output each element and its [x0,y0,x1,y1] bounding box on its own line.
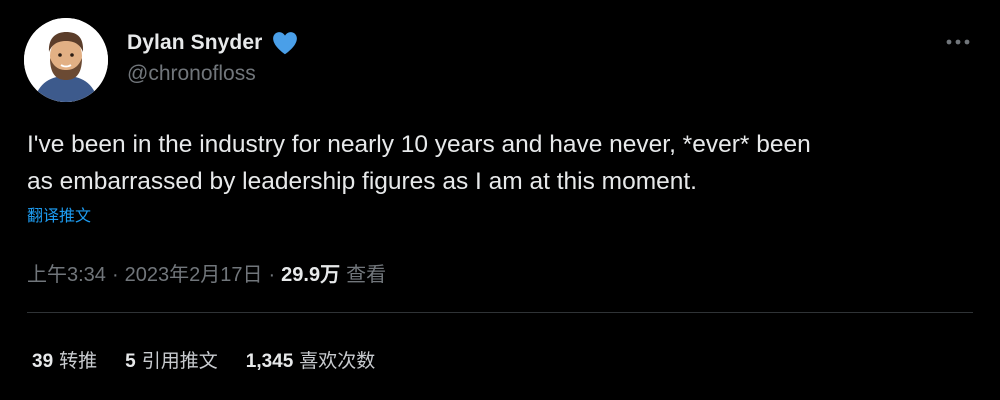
retweets-count: 39 [32,351,54,372]
meta-separator: · [111,264,119,286]
views-count: 29.9万 [281,264,341,286]
divider [27,312,973,313]
user-handle[interactable]: @chronofloss [127,62,256,86]
avatar[interactable] [24,18,108,102]
engagement-stats: 39 转推 5 引用推文 1,345 喜欢次数 [32,346,403,373]
retweets-label: 转推 [59,351,98,372]
likes-count: 1,345 [245,351,294,372]
tweet-text: I've been in the industry for nearly 10 … [27,131,811,195]
more-options-button[interactable] [940,24,976,60]
tweet-time[interactable]: 上午3:34 [27,258,106,287]
display-name[interactable]: Dylan Snyder [127,31,262,55]
author-name-row: Dylan Snyder [127,28,300,58]
retweets-stat[interactable]: 39 转推 [32,346,97,373]
verified-badge-icon [273,32,298,55]
translate-link[interactable]: 翻译推文 [27,202,91,226]
likes-stat[interactable]: 1,345 喜欢次数 [246,346,376,373]
quotes-label: 引用推文 [141,351,218,372]
meta-separator: · [268,264,276,286]
tweet-card: Dylan Snyder @chronofloss I've been in t… [0,0,1000,400]
tweet-meta: 上午3:34 · 2023年2月17日 · 29.9万 查看 [27,258,386,287]
bearded-man-avatar-icon [24,18,108,102]
quotes-count: 5 [125,351,136,372]
tweet-date[interactable]: 2023年2月17日 [125,258,263,287]
views-label[interactable]: 查看 [346,258,386,287]
likes-label: 喜欢次数 [299,351,376,372]
quotes-stat[interactable]: 5 引用推文 [125,346,218,373]
more-horizontal-icon [946,39,970,45]
